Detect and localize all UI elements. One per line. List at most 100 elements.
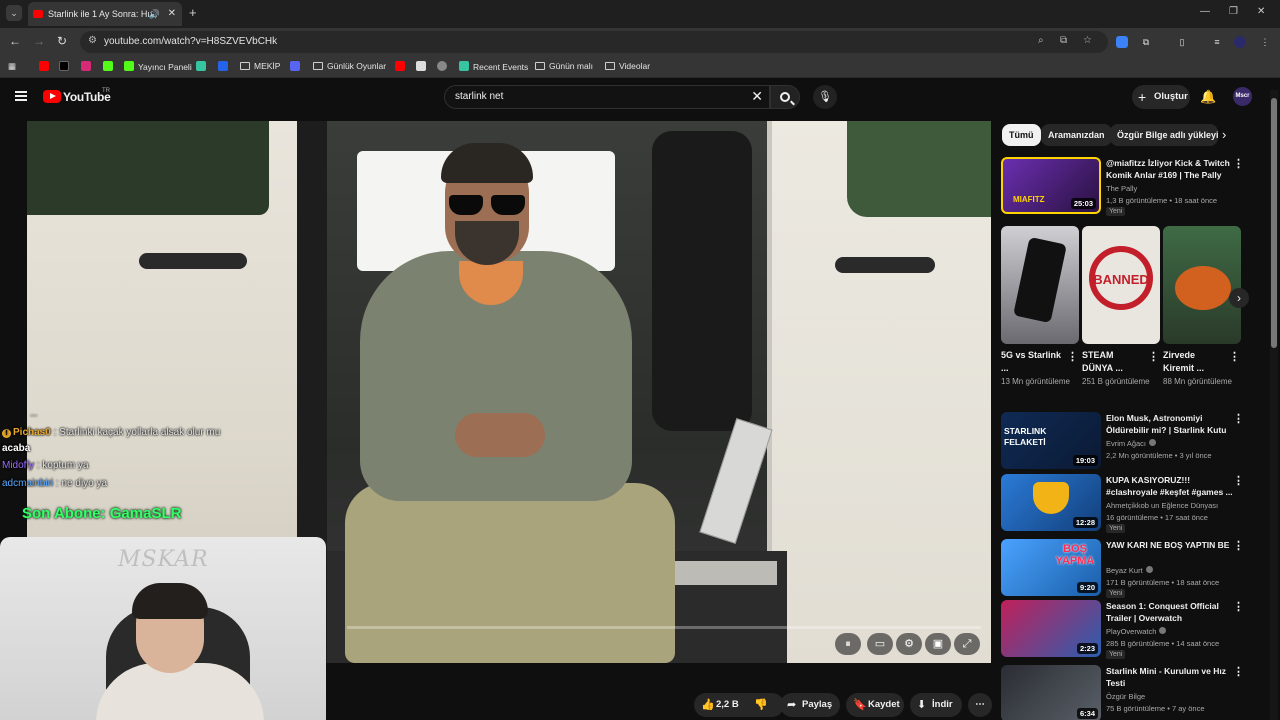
more-options-icon[interactable]: ⋮ (1233, 157, 1244, 170)
dislike-thumb-icon[interactable]: 👎 (754, 693, 768, 717)
save-button[interactable]: 🔖 Kaydet (846, 693, 904, 717)
more-options-icon[interactable]: ⋮ (1233, 600, 1244, 613)
video-title[interactable]: YAW KARI NE BOŞ YAPTIN BE (1106, 539, 1234, 551)
close-window-icon[interactable]: ✕ (1257, 6, 1265, 17)
settings-gear-icon[interactable]: ⚙ (896, 633, 922, 655)
more-options-icon[interactable]: ⋮ (1148, 350, 1159, 363)
account-avatar[interactable]: Mscr (1233, 87, 1252, 106)
recommendation-item[interactable]: 6:34 Starlink Mini - Kurulum ve Hız Test… (1001, 665, 1256, 720)
tab-close-icon[interactable]: ✕ (168, 2, 176, 26)
voice-search-mic-icon[interactable]: 🎙 (813, 85, 837, 109)
recommendation-item[interactable]: 12:28 KUPA KASIYORUZ!!! #clashroyale #ke… (1001, 474, 1256, 533)
video-title[interactable]: Elon Musk, Astronomiyi Öldürebilir mi? |… (1106, 412, 1234, 436)
shorts-next-chevron-icon[interactable]: › (1229, 288, 1249, 308)
channel-name[interactable]: PlayOverwatch (1106, 627, 1167, 636)
more-options-icon[interactable]: ⋮ (1067, 350, 1078, 363)
bookmark-kick[interactable] (103, 61, 117, 72)
short-title[interactable]: STEAM DÜNYA ... (1082, 349, 1146, 375)
bookmark-youtube[interactable] (39, 61, 53, 72)
more-options-icon[interactable]: ⋮ (1233, 539, 1244, 552)
more-options-icon[interactable]: ⋮ (1233, 665, 1244, 678)
bookmark-folder-mekip[interactable]: MEKİP (240, 61, 280, 71)
create-button[interactable]: + Oluştur (1132, 85, 1190, 109)
address-bar[interactable]: ⚙ youtube.com/watch?v=H8SZVEVbCHk ⌕ ⧉ ☆ (80, 31, 1108, 53)
browser-tab-active[interactable]: Starlink ile 1 Ay Sonra: Hız, 🔊 ✕ (28, 2, 182, 26)
bookmark-globe[interactable] (437, 61, 451, 72)
short-thumbnail[interactable]: BANNED (1082, 226, 1160, 344)
short-title[interactable]: 5G vs Starlink ... (1001, 349, 1065, 375)
search-input[interactable]: starlink net ✕ (444, 85, 770, 109)
channel-name[interactable]: Ahmetçikkob un Eğlence Dünyası (1106, 501, 1218, 510)
zoom-icon[interactable]: ⌕ (1038, 35, 1044, 46)
reading-list-icon[interactable]: ≡ (1211, 36, 1223, 48)
short-thumbnail[interactable] (1163, 226, 1241, 344)
bookmark-folder-videolar[interactable]: Videolar (605, 61, 650, 71)
channel-name[interactable]: Evrim Ağacı (1106, 439, 1157, 448)
video-thumbnail[interactable]: STARLINK FELAKETİ 19:03 (1001, 412, 1101, 469)
bookmark-star-icon[interactable]: ☆ (1083, 35, 1092, 46)
video-thumbnail[interactable]: MIAFITZ 25:03 (1001, 157, 1101, 214)
tab-search-icon[interactable]: ⌄ (6, 5, 22, 21)
recommendation-item[interactable]: STARLINK FELAKETİ 19:03 Elon Musk, Astro… (1001, 412, 1256, 470)
channel-name[interactable]: Özgür Bilge (1106, 692, 1145, 701)
recommendation-item[interactable]: BOŞ YAPMA 9:20 YAW KARI NE BOŞ YAPTIN BE… (1001, 539, 1256, 598)
chip-from-search[interactable]: Aramanızdan (1041, 124, 1112, 146)
apps-grid-icon[interactable]: ▦ (8, 61, 16, 72)
more-options-icon[interactable]: ⋮ (1229, 350, 1240, 363)
menu-hamburger-icon[interactable] (15, 91, 27, 101)
site-info-icon[interactable]: ⚙ (88, 35, 97, 46)
bookmark-yayinci-paneli[interactable]: Yayıncı Paneli (124, 61, 192, 72)
bookmark-recent-events[interactable]: Recent Events (459, 61, 528, 72)
video-title[interactable]: KUPA KASIYORUZ!!! #clashroyale #keşfet #… (1106, 474, 1234, 498)
bookmark-x[interactable] (59, 61, 73, 72)
video-title[interactable]: Season 1: Conquest Official Trailer | Ov… (1106, 600, 1234, 624)
reload-icon[interactable]: ↻ (57, 34, 67, 48)
side-panel-icon[interactable]: ▯ (1176, 36, 1188, 48)
chip-uploader[interactable]: Özgür Bilge adlı yükleyici (1110, 124, 1218, 146)
recommendation-item[interactable]: 2:23 Season 1: Conquest Official Trailer… (1001, 600, 1256, 659)
bookmark-instagram[interactable] (81, 61, 95, 72)
download-button[interactable]: ⬇ İndir (910, 693, 962, 717)
page-scrollbar[interactable] (1270, 90, 1278, 720)
restore-icon[interactable]: ❐ (1229, 6, 1238, 17)
forward-icon[interactable]: → (33, 34, 45, 48)
like-thumb-icon[interactable]: 👍 (701, 693, 715, 717)
recommendation-item[interactable]: MIAFITZ 25:03 @miafitzz İzliyor Kick & T… (1001, 157, 1256, 216)
video-thumbnail[interactable]: 6:34 (1001, 665, 1101, 720)
bookmark-arrow[interactable] (218, 61, 232, 72)
video-progress-bar[interactable] (347, 626, 981, 629)
browser-menu-icon[interactable]: ⋮ (1259, 36, 1271, 48)
channel-name[interactable]: The Pally (1106, 184, 1137, 193)
bookmark-discord[interactable] (290, 61, 304, 72)
bookmark-image[interactable] (416, 61, 430, 72)
bookmark-folder-gunun-mali[interactable]: Günün malı (535, 61, 593, 71)
minimize-icon[interactable]: — (1200, 6, 1210, 17)
bookmark-youtube-2[interactable] (395, 61, 409, 72)
like-count[interactable]: 2,2 B (716, 699, 739, 710)
channel-name[interactable]: Beyaz Kurt (1106, 566, 1153, 575)
extensions-puzzle-icon[interactable]: ⧉ (1140, 36, 1152, 48)
chip-all[interactable]: Tümü (1002, 124, 1041, 146)
new-tab-icon[interactable]: + (189, 5, 197, 20)
youtube-logo-icon[interactable] (43, 90, 61, 103)
install-app-icon[interactable]: ⧉ (1060, 35, 1067, 46)
clear-search-icon[interactable]: ✕ (751, 88, 763, 105)
scrollbar-thumb[interactable] (1271, 98, 1277, 348)
share-button[interactable]: ➦ Paylaş (780, 693, 840, 717)
search-button[interactable] (770, 85, 800, 109)
extension-icon[interactable] (1116, 36, 1128, 48)
video-title[interactable]: Starlink Mini - Kurulum ve Hız Testi (1106, 665, 1234, 689)
video-thumbnail[interactable]: 2:23 (1001, 600, 1101, 657)
notifications-bell-icon[interactable]: 🔔 (1200, 89, 1216, 105)
more-options-icon[interactable]: ⋮ (1233, 474, 1244, 487)
bookmark-folder-gunluk-oyunlar[interactable]: Günlük Oyunlar (313, 61, 386, 71)
more-actions-icon[interactable]: ⋯ (968, 693, 992, 717)
short-title[interactable]: Zirvede Kiremit ... (1163, 349, 1227, 375)
chips-next-chevron-icon[interactable]: › (1222, 127, 1226, 142)
pause-icon[interactable]: ⏸ (835, 633, 861, 655)
fullscreen-icon[interactable]: ⤢ (954, 633, 980, 655)
subtitles-icon[interactable]: ▭ (867, 633, 893, 655)
miniplayer-icon[interactable]: ▣ (925, 633, 951, 655)
bookmark-app[interactable] (196, 61, 210, 72)
back-icon[interactable]: ← (9, 34, 21, 48)
